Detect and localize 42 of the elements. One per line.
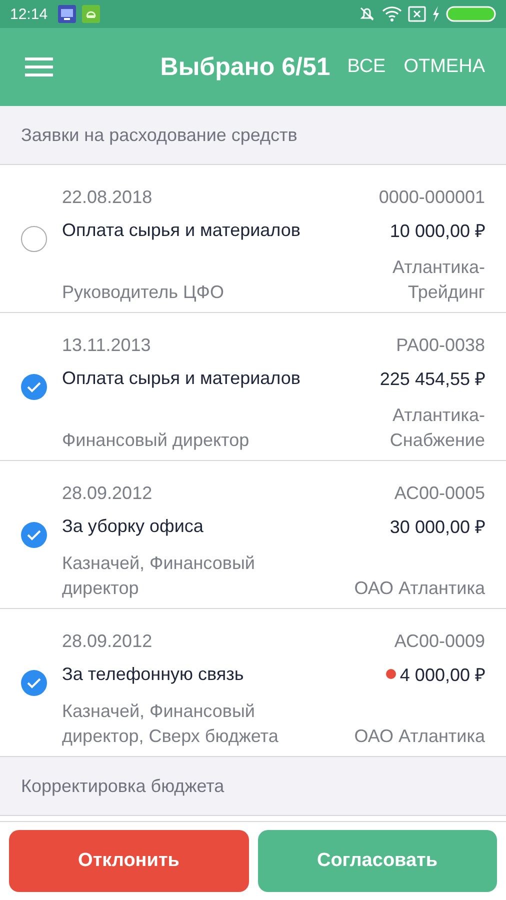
organization-text: Атлантика- Снабжение xyxy=(390,404,485,452)
approvers-text: Казначей, Финансовый директор, Сверх бюджета xyxy=(62,700,280,748)
selection-checkbox[interactable] xyxy=(21,670,47,696)
wifi-icon xyxy=(382,6,402,22)
selection-checkbox[interactable] xyxy=(21,522,47,548)
sim-icon xyxy=(408,6,426,22)
organization-text: ОАО Атлантика xyxy=(354,724,485,748)
request-amount: 30 000,00 ₽ xyxy=(390,516,485,538)
request-number: 0000-000001 xyxy=(378,186,485,208)
status-time: 12:14 xyxy=(10,6,48,22)
selection-title: Выбрано 6/51 xyxy=(160,52,330,82)
request-amount: 225 454,55 ₽ xyxy=(380,368,485,390)
charging-icon xyxy=(432,6,440,22)
approvers-text: Казначей, Финансовый директор xyxy=(62,552,256,600)
menu-icon[interactable] xyxy=(25,57,53,77)
request-number: РА00-0038 xyxy=(396,334,485,356)
section-header: Корректировка бюджета xyxy=(0,757,506,816)
approvers-text: Руководитель ЦФО xyxy=(62,280,225,304)
request-title: За уборку офиса xyxy=(62,516,204,536)
organization-text: Атлантика- Трейдинг xyxy=(392,256,485,304)
organization-text: ОАО Атлантика xyxy=(354,576,485,600)
request-date: 28.09.2012 xyxy=(62,630,154,652)
selection-checkbox[interactable] xyxy=(21,226,47,252)
request-amount: 4 000,00 ₽ xyxy=(400,664,485,686)
request-title: Оплата сырья и материалов xyxy=(62,220,302,240)
request-date: 28.09.2012 xyxy=(62,482,154,504)
request-title: За телефонную связь xyxy=(62,664,245,684)
request-row[interactable]: 13.11.2013 РА00-0038 Оплата сырья и материалов 225 454,55 ₽ Финансовый директор Атлантика- Снабжение xyxy=(0,313,506,461)
battery-icon xyxy=(446,6,496,22)
request-date: 13.11.2013 xyxy=(62,334,152,356)
request-row[interactable]: 22.08.2018 0000-000001 Оплата сырья и материалов 10 000,00 ₽ Руководитель ЦФО Атлантика- Трейдинг xyxy=(0,165,506,313)
request-amount: 10 000,00 ₽ xyxy=(390,220,485,242)
request-title: Оплата сырья и материалов xyxy=(62,368,302,388)
request-date: 22.08.2018 xyxy=(62,186,154,208)
approvers-text: Финансовый директор xyxy=(62,428,250,452)
request-number: АС00-0009 xyxy=(394,630,485,652)
reject-button[interactable]: Отклонить xyxy=(9,830,248,892)
request-row[interactable]: 28.09.2012 АС00-0005 За уборку офиса 30 000,00 ₽ Казначей, Финансовый директор ОАО Атлантика xyxy=(0,461,506,609)
selection-checkbox[interactable] xyxy=(21,374,47,400)
mute-icon xyxy=(358,5,376,23)
section-header: Заявки на расходование средств xyxy=(0,106,506,165)
request-number: АС00-0005 xyxy=(394,482,485,504)
